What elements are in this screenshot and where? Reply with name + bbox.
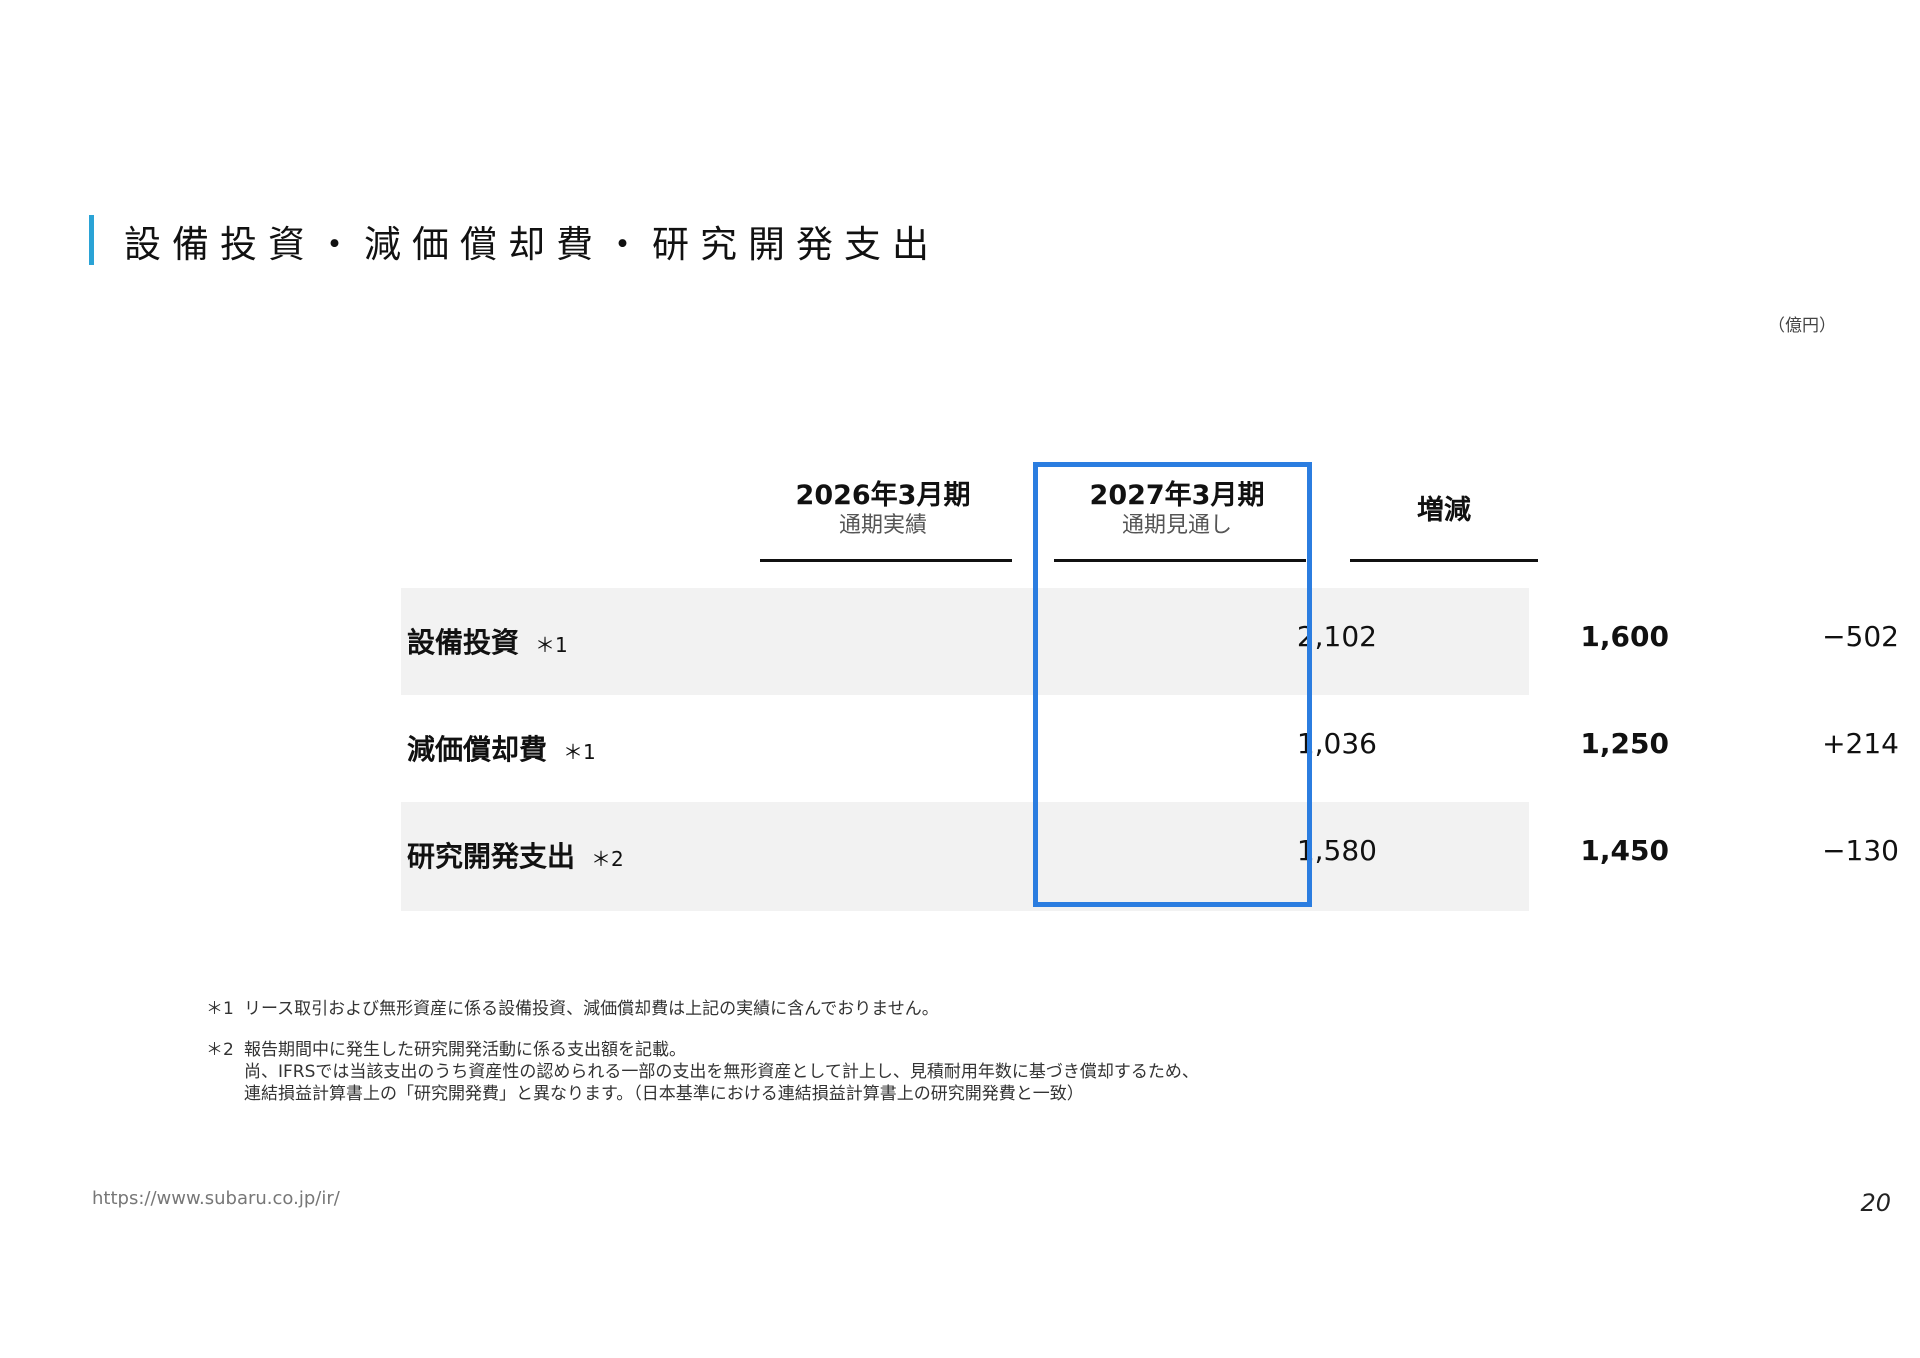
page-number: 20 [1860, 1189, 1891, 1217]
footnote-mark: ＊2 [206, 1040, 234, 1060]
forecast-highlight-box [1033, 462, 1312, 907]
row-label-text: 減価償却費 [407, 733, 548, 766]
column-header-title: 増減 [1417, 495, 1471, 526]
cell-change: −502 [1822, 620, 1899, 653]
row-note: ＊1 [535, 633, 568, 657]
column-underline [1350, 559, 1538, 562]
footnote-line: 尚、IFRSでは当該支出のうち資産性の認められる一部の支出を無形資産として計上し… [244, 1062, 1199, 1082]
column-header-title: 2026年3月期 [795, 480, 971, 511]
table-row: 減価償却費 ＊1 1,036 1,250 +214 [401, 695, 1899, 802]
footnote: ＊2 報告期間中に発生した研究開発活動に係る支出額を記載。 尚、IFRSでは当該… [206, 1039, 1306, 1105]
footnote-line: 連結損益計算書上の「研究開発費」と異なります。（日本基準における連結損益計算書上… [244, 1084, 1084, 1104]
row-note: ＊2 [591, 847, 624, 871]
page-title: 設備投資・減価償却費・研究開発支出 [124, 223, 940, 266]
unit-label: （億円） [1768, 316, 1836, 336]
table-row: 研究開発支出 ＊2 1,580 1,450 −130 [401, 802, 1899, 911]
row-label: 減価償却費 ＊1 [407, 728, 596, 768]
footnote-line: リース取引および無形資産に係る設備投資、減価償却費は上記の実績に含んでおりません… [244, 999, 939, 1019]
cell-change: +214 [1822, 727, 1899, 760]
footnote-line: 報告期間中に発生した研究開発活動に係る支出額を記載。 [244, 1040, 686, 1060]
row-label: 研究開発支出 ＊2 [407, 835, 624, 875]
footnote: ＊1 リース取引および無形資産に係る設備投資、減価償却費は上記の実績に含んでおり… [206, 998, 1306, 1020]
row-note: ＊1 [563, 740, 596, 764]
row-label-text: 研究開発支出 [407, 840, 576, 873]
column-underline [760, 559, 1012, 562]
table-row: 設備投資 ＊1 2,102 1,600 −502 [401, 588, 1899, 695]
column-header-subtitle: 通期実績 [838, 513, 927, 538]
footnote-mark: ＊1 [206, 999, 234, 1019]
row-label: 設備投資 ＊1 [407, 621, 568, 661]
footer-url[interactable]: https://www.subaru.co.jp/ir/ [92, 1188, 340, 1209]
column-header-fy2026: 2026年3月期 通期実績 [760, 480, 1006, 540]
cell-change: −130 [1822, 834, 1899, 867]
title-accent-bar [89, 215, 94, 265]
footnotes: ＊1 リース取引および無形資産に係る設備投資、減価償却費は上記の実績に含んでおり… [206, 998, 1306, 1124]
column-header-change: 増減 [1350, 495, 1538, 527]
row-label-text: 設備投資 [407, 626, 520, 659]
